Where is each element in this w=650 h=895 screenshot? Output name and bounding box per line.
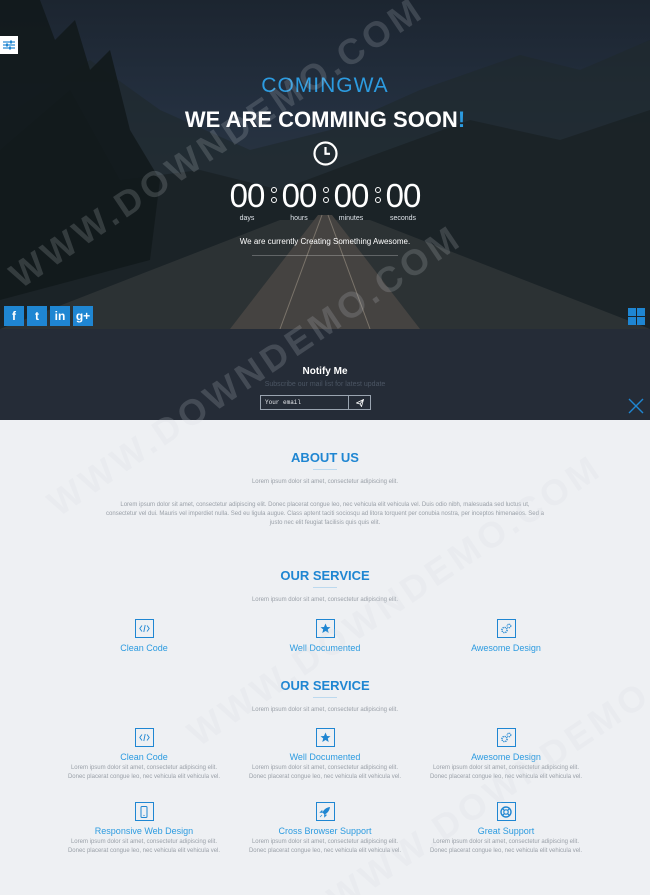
rocket-icon — [315, 802, 335, 821]
service-title: OUR SERVICE — [280, 568, 370, 583]
mobile-icon — [134, 802, 154, 821]
service-description-line: Lorem ipsum dolor sit amet, consectetur … — [432, 839, 580, 845]
service-description: Lorem ipsum dolor sit amet, consectetur … — [59, 764, 229, 782]
service-description: Lorem ipsum dolor sit amet, consectetur … — [421, 764, 591, 782]
countdown-days-label: days — [239, 215, 255, 222]
service-description-line: Lorem ipsum dolor sit amet, consectetur … — [70, 765, 218, 771]
service-description-line: Lorem ipsum dolor sit amet, consectetur … — [251, 765, 399, 771]
service-name: Awesome Design — [471, 752, 541, 762]
sliders-icon — [3, 40, 15, 50]
countdown-minutes: 00 minutes — [325, 177, 377, 223]
code-icon — [134, 619, 154, 638]
countdown-seconds-value: 00 — [385, 177, 422, 214]
countdown-hours-label: hours — [290, 215, 308, 222]
countdown-minutes-value: 00 — [333, 177, 370, 214]
countdown-days-value: 00 — [229, 177, 266, 214]
service-name: Well Documented — [289, 752, 361, 762]
about-subtitle: Lorem ipsum dolor sit amet, consectetur … — [251, 479, 399, 485]
service-item-clean-code: Clean Code Lorem ipsum dolor sit amet, c… — [59, 728, 229, 782]
service-description: Lorem ipsum dolor sit amet, consectetur … — [421, 838, 591, 856]
twitter-icon[interactable]: t — [27, 306, 47, 326]
star-icon — [315, 619, 335, 638]
google-plus-icon[interactable]: g+ — [73, 306, 93, 326]
about-title: ABOUT US — [291, 450, 359, 465]
service-description: Lorem ipsum dolor sit amet, consectetur … — [240, 764, 410, 782]
cogs-icon — [496, 728, 516, 747]
service-description-line: Donec placerat congue leo, nec vehicula … — [67, 848, 221, 854]
service-description-line: Donec placerat congue leo, nec vehicula … — [429, 774, 583, 780]
hero-tagline: We are currently Creating Something Awes… — [239, 237, 411, 246]
service-subtitle: Lorem ipsum dolor sit amet, consectetur … — [251, 597, 399, 603]
email-input[interactable] — [261, 396, 349, 409]
paper-plane-icon — [355, 398, 364, 407]
about-title-rule — [313, 469, 337, 470]
service-item-cross-browser-support: Cross Browser Support Lorem ipsum dolor … — [240, 802, 410, 856]
service-description-line: Lorem ipsum dolor sit amet, consectetur … — [251, 839, 399, 845]
notify-section: Notify Me Subscribe our mail list for la… — [0, 329, 650, 420]
service-item-well-documented: Well Documented — [240, 619, 410, 653]
countdown-days: 00 days — [221, 177, 273, 223]
clock-icon — [313, 141, 338, 166]
notify-subtitle: Subscribe our mail list for latest updat… — [264, 381, 386, 388]
page-headline: WE ARE COMMING SOON! — [0, 107, 650, 133]
brand-logo-text: COMINGWA — [261, 74, 389, 97]
notify-title: Notify Me — [302, 366, 348, 377]
linkedin-icon[interactable]: in — [50, 306, 70, 326]
service-item-clean-code: Clean Code — [59, 619, 229, 653]
life-ring-icon — [496, 802, 516, 821]
service-title-rule — [313, 587, 337, 588]
service-description-line: Lorem ipsum dolor sit amet, consectetur … — [70, 839, 218, 845]
countdown-minutes-label: minutes — [338, 215, 364, 222]
service-item-awesome-design: Awesome Design Lorem ipsum dolor sit ame… — [421, 728, 591, 782]
service-name: Clean Code — [120, 643, 168, 653]
service-title-rule — [313, 697, 337, 698]
service-description: Lorem ipsum dolor sit amet, consectetur … — [59, 838, 229, 856]
grid-menu-icon[interactable] — [628, 308, 645, 325]
countdown-seconds-label: seconds — [389, 215, 417, 222]
service-item-great-support: Great Support Lorem ipsum dolor sit amet… — [421, 802, 591, 856]
hero-section: COMINGWA WE ARE COMMING SOON! 00 days 00… — [0, 0, 650, 329]
code-icon — [134, 728, 154, 747]
service-subtitle: Lorem ipsum dolor sit amet, consectetur … — [251, 707, 399, 713]
service-item-well-documented: Well Documented Lorem ipsum dolor sit am… — [240, 728, 410, 782]
service-description-line: Lorem ipsum dolor sit amet, consectetur … — [432, 765, 580, 771]
settings-toggle-button[interactable] — [0, 36, 18, 54]
headline-text: WE ARE COMMING SOON — [184, 107, 458, 132]
headline-exclamation: ! — [457, 107, 466, 132]
close-icon[interactable] — [627, 397, 645, 415]
service-name: Cross Browser Support — [278, 826, 372, 836]
service-name: Awesome Design — [471, 643, 541, 653]
service-name: Well Documented — [289, 643, 361, 653]
about-body: Lorem ipsum dolor sit amet, consectetur … — [106, 502, 544, 526]
tagline-divider — [252, 255, 398, 256]
social-links: f t in g+ — [4, 306, 93, 326]
star-icon — [315, 728, 335, 747]
facebook-icon[interactable]: f — [4, 306, 24, 326]
service-item-awesome-design: Awesome Design — [421, 619, 591, 653]
service-description-line: Donec placerat congue leo, nec vehicula … — [429, 848, 583, 854]
service-description: Lorem ipsum dolor sit amet, consectetur … — [240, 838, 410, 856]
countdown-hours-value: 00 — [281, 177, 318, 214]
countdown-seconds: 00 seconds — [377, 177, 429, 223]
service-description-line: Donec placerat congue leo, nec vehicula … — [248, 774, 402, 780]
cogs-icon — [496, 619, 516, 638]
service-name: Clean Code — [120, 752, 168, 762]
countdown-timer: 00 days 00 hours 00 minutes 00 seconds — [0, 177, 650, 223]
subscribe-button[interactable] — [349, 396, 370, 409]
service-description-line: Donec placerat congue leo, nec vehicula … — [67, 774, 221, 780]
service-name: Responsive Web Design — [94, 826, 194, 836]
service-name: Great Support — [477, 826, 535, 836]
subscribe-form — [260, 395, 371, 410]
service-description-line: Donec placerat congue leo, nec vehicula … — [248, 848, 402, 854]
countdown-hours: 00 hours — [273, 177, 325, 223]
service-item-responsive-web-design: Responsive Web Design Lorem ipsum dolor … — [59, 802, 229, 856]
service-title: OUR SERVICE — [280, 678, 370, 693]
